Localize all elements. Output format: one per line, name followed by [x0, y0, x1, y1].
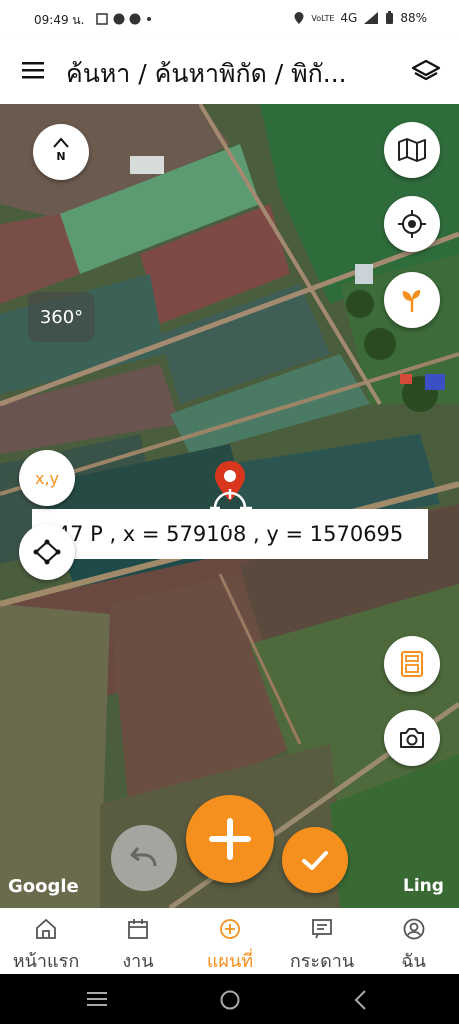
menu-icon[interactable] — [22, 61, 44, 79]
nav-item-home[interactable]: หน้าแรก — [0, 908, 92, 974]
location-icon — [294, 12, 304, 24]
undo-icon — [130, 847, 157, 867]
add-circle-icon — [220, 919, 240, 939]
system-navigation-bar — [0, 974, 459, 1024]
nav-item-map[interactable]: แผนที่ — [184, 908, 276, 974]
ling-attribution: Ling — [403, 876, 444, 896]
page-title: ค้นหา / ค้นหาพิกัด / พิกั... — [66, 59, 347, 88]
battery-icon — [386, 11, 394, 24]
recent-apps-icon[interactable] — [86, 991, 108, 1007]
nav-item-profile[interactable]: ฉัน — [368, 908, 459, 974]
add-button[interactable] — [186, 795, 274, 883]
app-bar: ค้นหา / ค้นหาพิกัด / พิกั... — [0, 38, 459, 104]
my-location-button[interactable] — [384, 196, 440, 252]
battery-level: 88% — [400, 11, 427, 25]
notification-icons — [96, 13, 151, 25]
status-time: 09:49 น. — [34, 13, 85, 27]
map-view[interactable]: N 360° 47 P , x = 579108 , y = 1570695 x… — [0, 104, 459, 908]
undo-button[interactable] — [111, 825, 177, 891]
map-type-button[interactable] — [384, 122, 440, 178]
layers-icon[interactable] — [411, 58, 441, 84]
home-icon — [36, 918, 56, 939]
xy-button[interactable]: x,y — [19, 450, 75, 506]
nav-label-map: แผนที่ — [206, 951, 254, 972]
calculator-icon — [401, 651, 423, 677]
camera-icon — [400, 728, 424, 748]
compass-north-label: N — [56, 150, 66, 163]
nav-label-home: หน้าแรก — [12, 951, 80, 972]
home-nav-icon[interactable] — [219, 989, 241, 1011]
nav-label-tasks: งาน — [122, 951, 154, 972]
camera-button[interactable] — [384, 710, 440, 766]
rotation-readout: 360° — [28, 292, 95, 342]
compass-button[interactable]: N — [33, 124, 89, 180]
nav-item-board[interactable]: กระดาน — [276, 908, 368, 974]
polygon-icon — [33, 539, 61, 565]
network-type: 4G — [340, 11, 358, 25]
status-bar: 09:49 น. VoLTE 4G 88% — [0, 0, 459, 38]
polygon-tool-button[interactable] — [19, 524, 75, 580]
crosshair-icon — [398, 210, 426, 238]
nav-label-board: กระดาน — [289, 951, 355, 972]
nav-label-profile: ฉัน — [401, 951, 426, 972]
user-icon — [403, 918, 424, 940]
check-icon — [302, 851, 328, 870]
signal-icon — [364, 12, 379, 24]
google-attribution: Google — [8, 876, 79, 897]
plant-icon — [402, 290, 421, 312]
volte-icon: VoLTE — [311, 13, 335, 23]
location-pin-icon — [210, 461, 252, 529]
plant-button[interactable] — [384, 272, 440, 328]
bottom-navigation: หน้าแรก งาน แผนที่ กระดาน ฉัน — [0, 908, 459, 974]
calculator-button[interactable] — [384, 636, 440, 692]
map-icon — [398, 138, 426, 162]
plus-icon — [209, 818, 251, 860]
confirm-button[interactable] — [282, 827, 348, 893]
back-icon[interactable] — [352, 989, 368, 1011]
nav-item-tasks[interactable]: งาน — [92, 908, 184, 974]
calendar-icon — [128, 919, 148, 939]
xy-label: x,y — [34, 468, 60, 488]
board-icon — [312, 919, 332, 939]
